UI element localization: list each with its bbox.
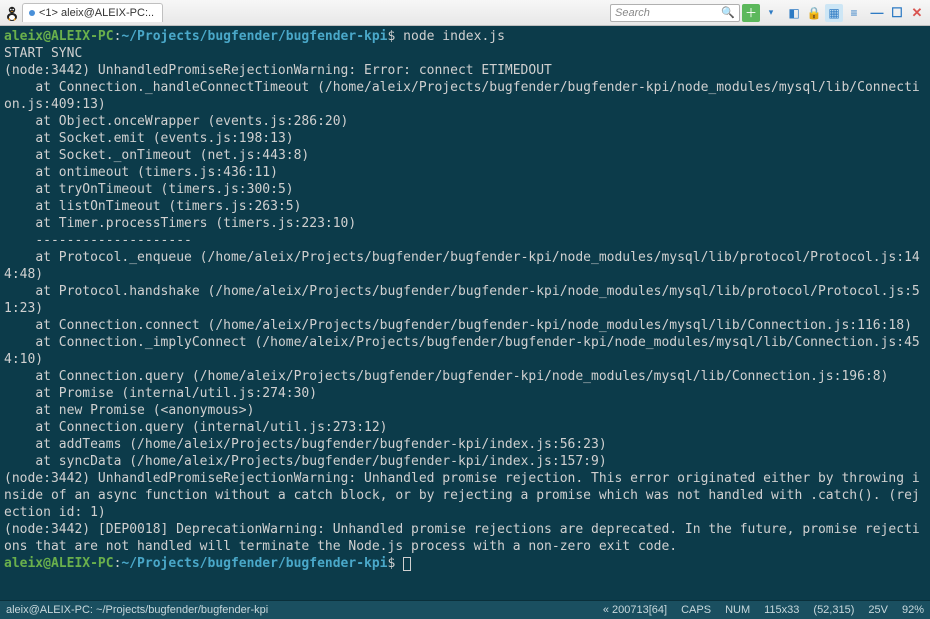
status-encoding: « 200713[64] [603,604,667,616]
cursor-icon [403,557,411,571]
close-button[interactable]: ✕ [908,4,926,22]
search-input[interactable]: Search 🔍 [610,4,740,22]
status-pct: 92% [902,604,924,616]
minimize-button[interactable]: — [868,4,886,22]
panel-toggle-button[interactable]: ◧ [785,4,803,22]
search-icon: 🔍 [721,6,735,19]
list-button[interactable]: ≡ [845,4,863,22]
tab-indicator-icon [29,10,35,16]
titlebar: <1> aleix@ALEIX-PC:.. Search 🔍 ＋ ▾ ◧ 🔒 ▦… [0,0,930,26]
dropdown-icon[interactable]: ▾ [762,4,780,22]
prompt-path: ~/Projects/bugfender/bugfender-kpi [121,29,387,44]
status-pos: (52,315) [813,604,854,616]
search-placeholder: Search [615,7,650,19]
terminal-output[interactable]: aleix@ALEIX-PC:~/Projects/bugfender/bugf… [0,26,930,600]
lock-button[interactable]: 🔒 [805,4,823,22]
status-num: NUM [725,604,750,616]
view-button[interactable]: ▦ [825,4,843,22]
status-caps: CAPS [681,604,711,616]
tab-label: <1> aleix@ALEIX-PC:.. [39,7,154,19]
status-vol: 25V [868,604,888,616]
prompt-user: aleix@ALEIX-PC [4,29,114,44]
maximize-button[interactable]: ☐ [888,4,906,22]
tux-icon [4,5,20,21]
prompt-path: ~/Projects/bugfender/bugfender-kpi [121,556,387,571]
terminal-tab[interactable]: <1> aleix@ALEIX-PC:.. [22,3,163,22]
new-session-button[interactable]: ＋ [742,4,760,22]
status-size: 115x33 [764,604,799,616]
status-cwd: aleix@ALEIX-PC: ~/Projects/bugfender/bug… [6,604,268,616]
command-text: node index.js [403,29,505,44]
prompt-user: aleix@ALEIX-PC [4,556,114,571]
statusbar: aleix@ALEIX-PC: ~/Projects/bugfender/bug… [0,600,930,619]
stdout-text: START SYNC (node:3442) UnhandledPromiseR… [4,46,920,554]
